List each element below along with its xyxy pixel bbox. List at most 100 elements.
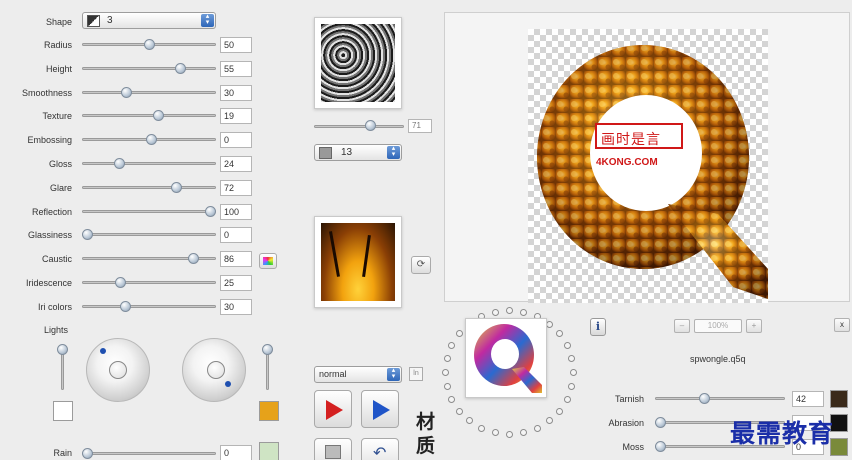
zoom-out-button[interactable]: – [674,319,690,333]
preset-ring-dot[interactable] [564,342,571,349]
glare-slider-track[interactable] [82,186,216,189]
blend-mode-stepper-icon[interactable]: ▴ ▾ [387,367,400,381]
zoom-level[interactable]: 100% [694,319,742,333]
preset-ring-dot[interactable] [448,342,455,349]
tarnish-slider-track[interactable] [655,397,785,400]
preset-ring-dot[interactable] [478,425,485,432]
embossing-slider-thumb[interactable] [146,134,157,145]
texture-slider-track[interactable] [82,114,216,117]
caustic-color-button[interactable] [259,253,277,269]
preset-ring-dot[interactable] [466,417,473,424]
smoothness-slider-thumb[interactable] [121,87,132,98]
radius-slider-thumb[interactable] [144,39,155,50]
preset-ring-dot[interactable] [448,396,455,403]
environment-thumbnail[interactable] [314,216,402,308]
rain-value[interactable]: 0 [220,445,252,460]
preset-ring-dot[interactable] [568,355,575,362]
texture-slider-thumb[interactable] [153,110,164,121]
glassiness-slider-thumb[interactable] [82,229,93,240]
texture-preset-stepper-icon[interactable]: ▴ ▾ [387,145,400,159]
tarnish-value[interactable]: 42 [792,391,824,407]
gloss-value[interactable]: 24 [220,156,252,172]
zoom-in-button[interactable]: + [746,319,762,333]
rotate-environment-icon[interactable]: ⟳ [411,256,431,274]
smoothness-slider-track[interactable] [82,91,216,94]
preset-ring-dot[interactable] [520,429,527,436]
texture-scale-value[interactable]: 71 [408,119,432,133]
glassiness-value[interactable]: 0 [220,227,252,243]
preset-ring-dot[interactable] [568,383,575,390]
texture-preset-select[interactable]: 13 ▴ ▾ [314,144,402,161]
info-button[interactable]: i [590,318,606,336]
caustic-slider-thumb[interactable] [188,253,199,264]
rain-color-swatch[interactable] [259,442,279,460]
preset-ring-dot[interactable] [556,330,563,337]
preset-ring-dot[interactable] [444,383,451,390]
light2-sphere[interactable] [182,338,246,402]
light2-slider-thumb[interactable] [262,344,273,355]
iridescence-slider-track[interactable] [82,281,216,284]
preset-ring-dot[interactable] [534,425,541,432]
preset-ring-dot[interactable] [442,369,449,376]
randomize-button[interactable] [314,438,352,460]
preset-ring-dot[interactable] [546,417,553,424]
height-slider-thumb[interactable] [175,63,186,74]
glare-slider-thumb[interactable] [171,182,182,193]
height-slider-track[interactable] [82,67,216,70]
reflection-slider-thumb[interactable] [205,206,216,217]
smoothness-value[interactable]: 30 [220,85,252,101]
glare-value[interactable]: 72 [220,180,252,196]
preset-ring-dot[interactable] [564,396,571,403]
caustic-value[interactable]: 86 [220,251,252,267]
preset-ring-dot[interactable] [456,330,463,337]
glassiness-slider-track[interactable] [82,233,216,236]
radius-value[interactable]: 50 [220,37,252,53]
abrasion-slider-thumb[interactable] [655,417,666,428]
iridescence-value[interactable]: 25 [220,275,252,291]
embossing-value[interactable]: 0 [220,132,252,148]
tarnish-slider-thumb[interactable] [699,393,710,404]
preset-ring-dot[interactable] [492,309,499,316]
shape-stepper-icon[interactable]: ▴ ▾ [201,13,214,27]
preview-canvas[interactable]: 画时是言 4KONG.COM [528,29,768,303]
preset-thumbnail[interactable] [465,318,547,398]
reflection-value[interactable]: 100 [220,204,252,220]
texture-value[interactable]: 19 [220,108,252,124]
texture-scale-slider-thumb[interactable] [365,120,376,131]
expand-preview-button[interactable]: x [834,318,850,332]
undo-button[interactable]: ↶ [361,438,399,460]
iridescence-slider-thumb[interactable] [115,277,126,288]
preset-ring-dot[interactable] [520,309,527,316]
gloss-slider-track[interactable] [82,162,216,165]
shape-select[interactable]: 3 ▴ ▾ [82,12,216,29]
light1-slider-thumb[interactable] [57,344,68,355]
preset-ring-dot[interactable] [456,408,463,415]
light2-color-swatch[interactable] [259,401,279,421]
light1-position-dot[interactable] [100,348,106,354]
blend-toggle-button[interactable]: ln [409,367,423,381]
apply-render-button[interactable] [361,390,399,428]
iri-colors-value[interactable]: 30 [220,299,252,315]
iri-colors-slider-thumb[interactable] [120,301,131,312]
preset-ring-dot[interactable] [556,408,563,415]
gloss-slider-thumb[interactable] [114,158,125,169]
height-value[interactable]: 55 [220,61,252,77]
blend-mode-select[interactable]: normal ▴ ▾ [314,366,402,383]
light1-sphere[interactable] [86,338,150,402]
rain-slider-track[interactable] [82,452,216,455]
preset-ring-dot[interactable] [506,431,513,438]
tarnish-color-swatch[interactable] [830,390,848,408]
iri-colors-slider-track[interactable] [82,305,216,308]
light2-position-dot[interactable] [225,381,231,387]
reflection-slider-track[interactable] [82,210,216,213]
preset-ring-dot[interactable] [444,355,451,362]
play-render-button[interactable] [314,390,352,428]
texture-scale-slider-track[interactable] [314,125,404,128]
preset-ring-dot[interactable] [570,369,577,376]
preset-ring-dot[interactable] [492,429,499,436]
moss-slider-thumb[interactable] [655,441,666,452]
light1-color-swatch[interactable] [53,401,73,421]
rain-slider-thumb[interactable] [82,448,93,459]
preset-ring-dot[interactable] [506,307,513,314]
texture-thumbnail[interactable] [314,17,402,109]
